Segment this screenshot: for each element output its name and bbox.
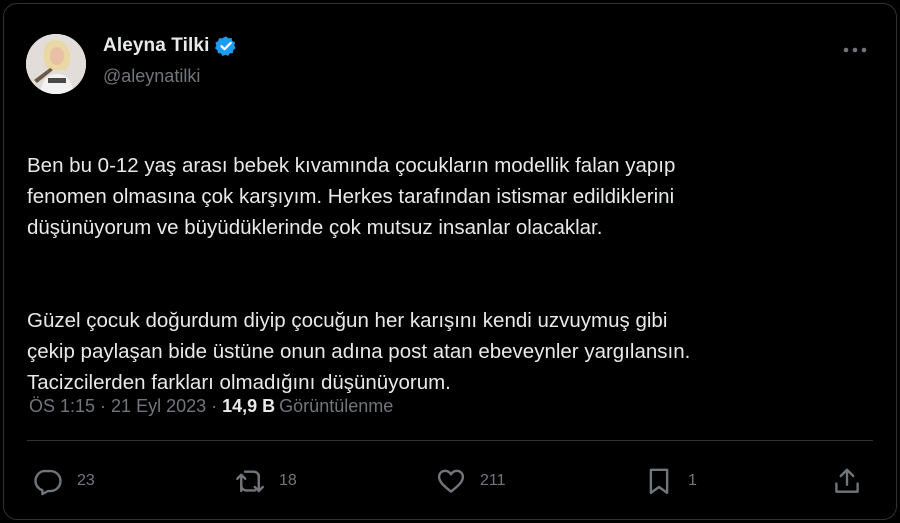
tweet-screenshot: Aleyna Tilki @aleynatilki Ben bu 0-12 ya… bbox=[0, 0, 900, 523]
verified-badge-icon bbox=[215, 35, 237, 57]
retweet-count: 18 bbox=[279, 472, 297, 489]
like-count: 211 bbox=[480, 472, 506, 489]
heart-icon bbox=[436, 466, 466, 496]
share-icon bbox=[832, 466, 862, 496]
views-count: 14,9 B bbox=[222, 396, 276, 416]
tweet-time[interactable]: ÖS 1:15 bbox=[29, 396, 95, 417]
more-dots-icon[interactable] bbox=[842, 40, 868, 60]
reply-icon bbox=[33, 466, 63, 496]
author-handle[interactable]: @aleynatilki bbox=[103, 66, 200, 87]
tweet-paragraph: Güzel çocuk doğurdum diyip çocuğun her k… bbox=[27, 309, 691, 394]
meta-separator: · bbox=[100, 396, 107, 416]
bookmark-icon bbox=[644, 466, 674, 496]
tweet-paragraph: Ben bu 0-12 yaş arası bebek kıvamında ço… bbox=[27, 154, 676, 239]
share-button[interactable] bbox=[832, 463, 862, 499]
avatar[interactable] bbox=[26, 34, 86, 94]
tweet-metadata: ÖS 1:15 · 21 Eyl 2023 · 14,9 B Görüntüle… bbox=[29, 396, 393, 417]
reply-button[interactable]: 23 bbox=[33, 463, 95, 499]
divider bbox=[27, 440, 873, 441]
tweet-text: Ben bu 0-12 yaş arası bebek kıvamında ço… bbox=[27, 119, 877, 429]
retweet-button[interactable]: 18 bbox=[235, 463, 297, 499]
profile-photo-icon bbox=[26, 34, 86, 94]
like-button[interactable]: 211 bbox=[436, 463, 506, 499]
reply-count: 23 bbox=[77, 472, 95, 489]
tweet-date[interactable]: 21 Eyl 2023 bbox=[111, 396, 206, 417]
views-label: Görüntülenme bbox=[279, 396, 394, 416]
bookmark-count: 1 bbox=[688, 472, 697, 489]
retweet-icon bbox=[235, 466, 265, 496]
meta-separator: · bbox=[211, 396, 218, 416]
bookmark-button[interactable]: 1 bbox=[644, 463, 697, 499]
author-name-row: Aleyna Tilki bbox=[103, 35, 237, 57]
author-display-name[interactable]: Aleyna Tilki bbox=[103, 35, 209, 57]
action-bar: 23 18 211 1 bbox=[0, 463, 900, 499]
